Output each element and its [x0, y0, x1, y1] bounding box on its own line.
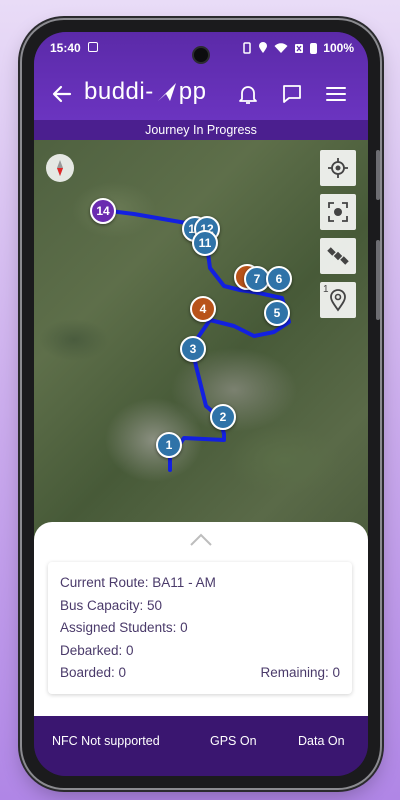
menu-icon[interactable] [324, 82, 348, 106]
brand-text-left: buddi- [84, 78, 154, 105]
status-footer: NFC Not supported GPS On Data On [34, 716, 368, 776]
compass-button[interactable] [46, 154, 74, 182]
stop-marker-6[interactable]: 6 [266, 266, 292, 292]
app-bar: buddi- pp [34, 72, 368, 116]
locate-icon [328, 158, 348, 178]
power-button [376, 240, 380, 320]
expand-chevron-icon[interactable] [189, 532, 213, 548]
brand-text-right: pp [178, 78, 207, 105]
vibrate-icon [243, 42, 252, 54]
stop-marker-1[interactable]: 1 [156, 432, 182, 458]
chat-icon[interactable] [280, 82, 304, 106]
journey-status-banner: Journey In Progress [34, 120, 368, 140]
satellite-icon [327, 247, 349, 265]
battery-percent: 100% [323, 41, 354, 55]
app-screen: 15:40 100% buddi- pp Journey In Progress… [34, 32, 368, 776]
focus-frame-icon [328, 202, 348, 222]
notification-icon [88, 42, 98, 52]
stop-marker-4[interactable]: 4 [190, 296, 216, 322]
pin-badge: 1 [323, 284, 329, 295]
current-route: Current Route: BA11 - AM [60, 575, 216, 590]
compass-icon [57, 160, 63, 176]
pin-filter-button[interactable]: 1 [320, 282, 356, 318]
satellite-map[interactable]: 14 13 12 11 7 6 5 4 3 2 1 [34, 140, 368, 560]
volume-button [376, 150, 380, 200]
stop-marker-2[interactable]: 2 [210, 404, 236, 430]
status-time: 15:40 [50, 41, 81, 55]
boarded-count: Boarded: 0 [60, 665, 127, 680]
focus-button[interactable] [320, 194, 356, 230]
stop-marker-3[interactable]: 3 [180, 336, 206, 362]
my-location-button[interactable] [320, 150, 356, 186]
data-status: Data On [298, 734, 345, 748]
bottom-sheet: Current Route: BA11 - AM Bus Capacity: 5… [34, 522, 368, 726]
stop-marker-11[interactable]: 11 [192, 230, 218, 256]
bus-capacity: Bus Capacity: 50 [60, 597, 163, 613]
app-logo: buddi- pp [84, 78, 206, 106]
logo-arrow-icon [157, 83, 176, 101]
assigned-students: Assigned Students: 0 [60, 620, 188, 635]
wifi-icon [274, 42, 288, 53]
nfc-status: NFC Not supported [52, 734, 160, 748]
stop-marker-5[interactable]: 5 [264, 300, 290, 326]
remaining-count: Remaining: 0 [260, 665, 340, 680]
location-icon [259, 42, 268, 53]
top-bar: 15:40 100% buddi- pp [34, 32, 368, 120]
debarked-count: Debarked: 0 [60, 642, 134, 658]
sim-icon [295, 43, 304, 53]
back-arrow-icon[interactable] [50, 82, 74, 106]
status-icons: 100% [242, 41, 354, 55]
satellite-layer-button[interactable] [320, 238, 356, 274]
route-info-card: Current Route: BA11 - AM Bus Capacity: 5… [48, 562, 352, 694]
gps-status: GPS On [210, 734, 257, 748]
map-pin-icon [330, 289, 346, 312]
bell-icon[interactable] [236, 82, 260, 106]
stop-marker-14[interactable]: 14 [90, 198, 116, 224]
front-camera [192, 46, 210, 64]
battery-icon [310, 42, 318, 54]
